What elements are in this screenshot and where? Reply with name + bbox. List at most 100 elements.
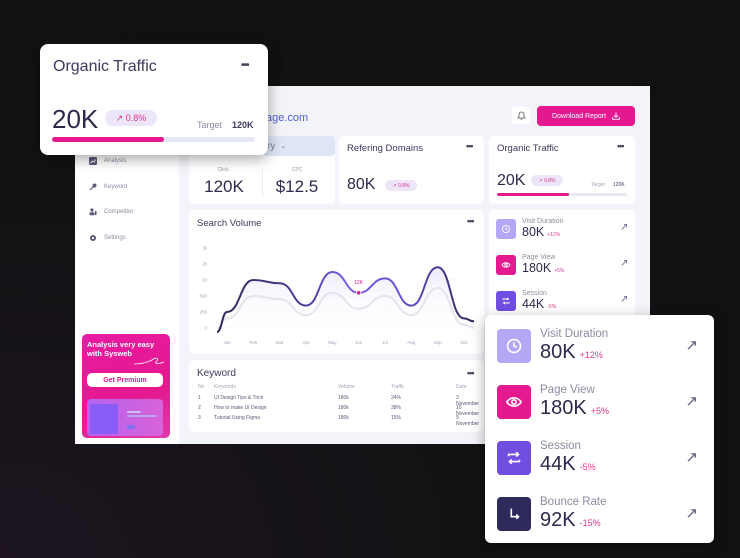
x-tick-label: Aug [407, 340, 416, 345]
target-label: Target [197, 120, 223, 130]
y-tick-label: 500 [199, 294, 207, 299]
column-header[interactable]: Keywords [214, 384, 236, 390]
target-value: 120K [232, 120, 254, 130]
progress-fill [52, 137, 164, 142]
point-tooltip: 12K [354, 280, 364, 286]
metric-value: 44K [540, 453, 576, 475]
metric-row[interactable]: Visit Duration 80K +12% [496, 218, 564, 239]
traffic-value: 20K [497, 172, 526, 189]
traffic-value: 20K [52, 104, 99, 134]
metric-change: +12% [579, 350, 603, 360]
promo-illustration [87, 399, 163, 436]
date-filter-dropdown[interactable]: ry ⌄ [263, 136, 335, 156]
sidebar-item-settings[interactable]: Settings [89, 234, 126, 242]
x-tick-label: Jan [223, 340, 231, 345]
metric-label: Session [540, 440, 581, 452]
table-cell: 180k [338, 405, 349, 411]
x-tick-label: Feb [249, 340, 257, 345]
metric-change: -15% [579, 518, 601, 528]
card-title: Organic Traffic [53, 58, 157, 75]
metric-value: 180K [522, 261, 552, 275]
clock-icon [497, 329, 531, 363]
arrow-up-right-icon[interactable]: ↗ [620, 222, 628, 233]
more-options-icon[interactable]: ••• [467, 368, 475, 378]
metric-row[interactable]: Session 44K -5% [497, 440, 596, 476]
change-badge: ↗ 0.8% [105, 110, 157, 126]
column-header[interactable]: Date [456, 384, 467, 390]
column-header[interactable]: Volume [338, 384, 355, 390]
progress-bar [52, 137, 255, 142]
metric-row[interactable]: Session 44K -5% [496, 290, 556, 311]
table-cell: 1 [198, 395, 201, 401]
sidebar-item-competitor[interactable]: Competitor [89, 208, 133, 216]
x-tick-label: Apr [302, 340, 310, 345]
users-icon [89, 208, 97, 216]
card-title: Keyword [197, 368, 236, 379]
download-report-button[interactable]: Download Report [537, 106, 635, 126]
metric-label: Session [522, 290, 547, 297]
arrow-up-right-icon[interactable]: ↗ [685, 504, 698, 522]
table-cell: 3 [198, 415, 201, 421]
table-cell: 2 [198, 405, 201, 411]
y-tick-label: 3k [202, 246, 208, 251]
card-title: Refering Domains [347, 143, 424, 154]
click-label: Click [217, 167, 229, 173]
metric-change: -5% [579, 462, 596, 472]
premium-promo-card: Analysis very easy with Sysweb Get Premi… [82, 334, 170, 438]
more-options-icon[interactable]: ••• [241, 60, 249, 71]
metric-label: Page View [540, 384, 595, 396]
metric-change: +5% [554, 268, 565, 274]
column-header[interactable]: Traffic [391, 384, 405, 390]
table-cell: 38% [391, 405, 402, 411]
download-icon [612, 112, 620, 120]
repeat-icon [497, 441, 531, 475]
table-cell: 180k [338, 395, 349, 401]
sidebar-item-keyword[interactable]: Keyword [89, 183, 127, 191]
download-report-label: Download Report [551, 112, 607, 120]
arrow-up-right-icon[interactable]: ↗ [685, 392, 698, 410]
sidebar-item-analysis[interactable]: Analysis [89, 157, 126, 165]
metric-row[interactable]: Page View 180K +5% [497, 384, 609, 420]
cpc-value: $12.5 [275, 177, 319, 196]
organic-traffic-float-card: Organic Traffic ••• 20K ↗ 0.8% Target 12… [40, 44, 268, 155]
click-value: 120K [204, 177, 244, 196]
domains-value: 80K [347, 176, 376, 193]
more-options-icon[interactable]: ••• [617, 141, 625, 151]
eye-icon [497, 385, 531, 419]
column-header[interactable]: No [198, 384, 204, 390]
metric-row[interactable]: Bounce Rate 92K -15% [497, 496, 607, 532]
metric-label: Visit Duration [540, 328, 609, 340]
search-volume-card: Search Volume ••• 0 250 500 1k 2k 3k Jan Feb Mar… [189, 210, 484, 354]
x-tick-label: Jul [382, 340, 388, 345]
progress-fill [497, 193, 569, 196]
search-volume-chart: 0 250 500 1k 2k 3k Jan Feb Mar Apr May Jun Jul Aug Sep… [199, 246, 475, 345]
arrow-up-right-icon[interactable]: ↗ [620, 294, 628, 305]
arrow-up-right-icon[interactable]: ↗ [620, 258, 628, 269]
x-tick-label: Sep [434, 340, 443, 345]
arrow-up-right-icon[interactable]: ↗ [685, 448, 698, 466]
sidebar-item-label: Competitor [104, 209, 134, 215]
table-cell: Tutorial Using Figma [214, 415, 260, 421]
metric-value: 80K [540, 341, 576, 363]
arrow-up-right-icon[interactable]: ↗ [685, 336, 698, 354]
table-cell: 24% [391, 395, 402, 401]
metric-label: Visit Duration [522, 218, 564, 225]
metric-change: +5% [590, 406, 609, 416]
x-tick-label: May [328, 340, 337, 345]
table-cell: 9 November [456, 415, 480, 427]
card-title: Organic Traffic [497, 143, 559, 154]
chart-icon [89, 157, 97, 165]
clock-icon [496, 218, 516, 239]
site-url: age.com [266, 112, 309, 124]
get-premium-button[interactable]: Get Premium [87, 373, 163, 387]
more-options-icon[interactable]: ••• [466, 141, 474, 151]
metric-row[interactable]: Visit Duration 80K +12% [497, 328, 608, 364]
notifications-button[interactable] [512, 107, 530, 124]
table-cell: 180k [338, 415, 349, 421]
metric-row[interactable]: Page View 180K +5% [496, 254, 564, 275]
repeat-icon [496, 290, 516, 311]
refering-domains-card: Refering Domains ••• 80K ↗ 0.8% [339, 136, 484, 204]
y-tick-label: 1k [202, 278, 208, 283]
highlight-point[interactable] [356, 290, 362, 296]
cpc-label: CPC [291, 167, 303, 173]
